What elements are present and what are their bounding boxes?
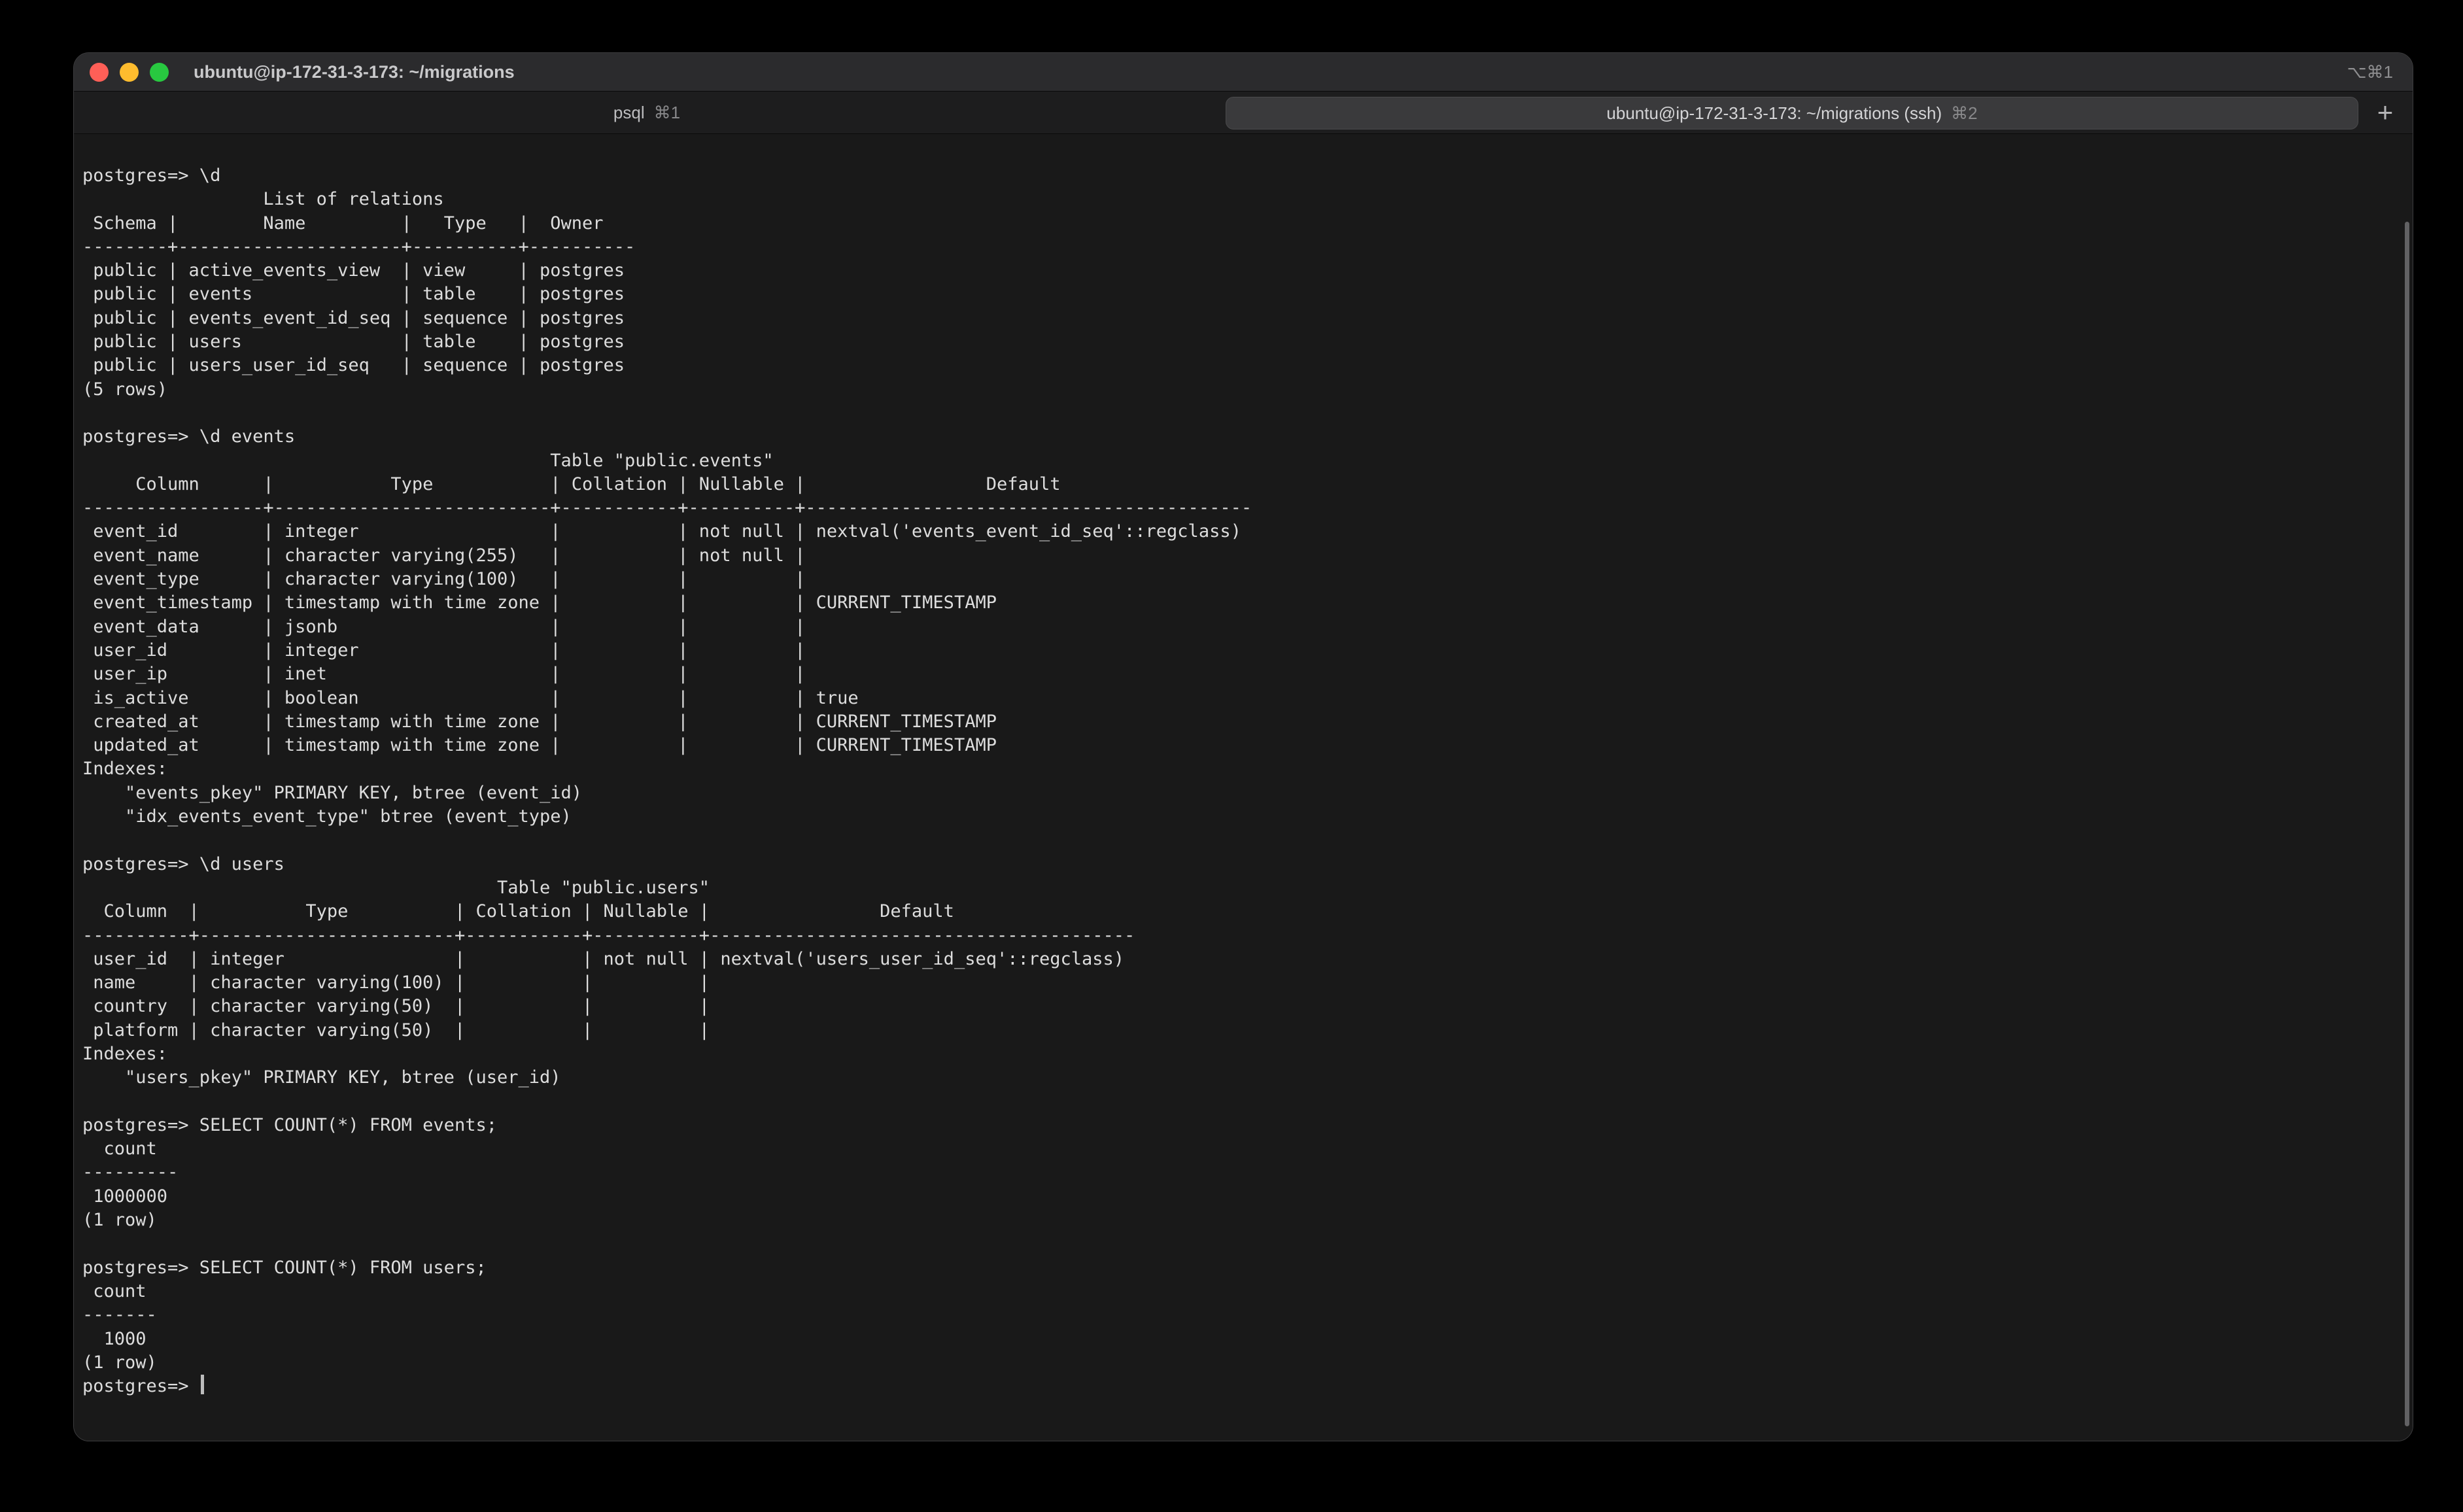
tab-ssh[interactable]: ubuntu@ip-172-31-3-173: ~/migrations (ss… — [1226, 97, 2358, 129]
new-tab-button[interactable]: + — [2367, 92, 2403, 133]
tab-psql-label: psql — [613, 103, 645, 123]
tab-psql-shortcut: ⌘1 — [654, 103, 680, 123]
minimize-button[interactable] — [120, 63, 139, 82]
scrollbar[interactable] — [2405, 222, 2409, 1426]
tab-ssh-shortcut: ⌘2 — [1951, 103, 1977, 124]
titlebar[interactable]: ubuntu@ip-172-31-3-173: ~/migrations ⌥⌘1 — [74, 53, 2413, 92]
close-button[interactable] — [90, 63, 109, 82]
plus-icon: + — [2377, 97, 2394, 128]
traffic-lights — [90, 63, 169, 82]
terminal-pane[interactable]: postgres=> \d List of relations Schema |… — [74, 134, 2413, 1441]
prompt-text: postgres=> — [82, 1376, 199, 1396]
window-shortcut-hint: ⌥⌘1 — [2347, 53, 2393, 91]
zoom-button[interactable] — [150, 63, 169, 82]
tab-psql[interactable]: psql ⌘1 — [74, 92, 1220, 133]
terminal-output: postgres=> \d List of relations Schema |… — [82, 164, 2400, 1375]
tab-ssh-label: ubuntu@ip-172-31-3-173: ~/migrations (ss… — [1606, 103, 1942, 124]
prompt-line: postgres=> — [82, 1375, 2400, 1398]
window-title: ubuntu@ip-172-31-3-173: ~/migrations — [194, 62, 515, 82]
terminal-cursor — [201, 1375, 204, 1394]
terminal-window: ubuntu@ip-172-31-3-173: ~/migrations ⌥⌘1… — [73, 52, 2413, 1441]
tab-bar: psql ⌘1 ubuntu@ip-172-31-3-173: ~/migrat… — [74, 92, 2413, 134]
